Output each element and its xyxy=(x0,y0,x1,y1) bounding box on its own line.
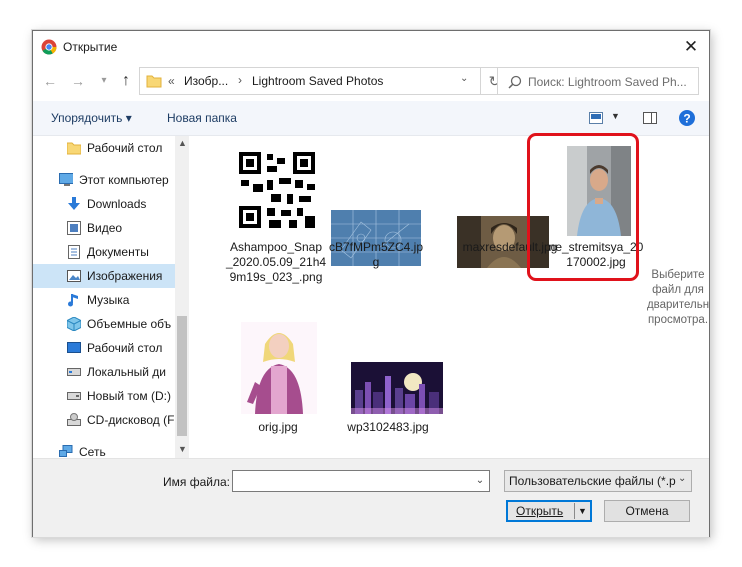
forward-button[interactable]: → xyxy=(69,71,87,91)
address-segment-current[interactable]: Lightroom Saved Photos xyxy=(252,74,383,88)
city-night-thumbnail xyxy=(351,362,443,414)
documents-icon xyxy=(68,245,80,259)
file-item-cb7fmpm5zc4[interactable]: cB7fMPm5ZC4.jp g xyxy=(321,144,431,314)
pictures-icon xyxy=(67,270,81,282)
sidebar-item-cd-drive[interactable]: CD-дисковод (F: xyxy=(33,408,175,432)
svg-text:?: ? xyxy=(683,112,690,126)
command-bar: Упорядочить ▾ Новая папка ▼ ? xyxy=(33,101,709,136)
filename-label: Имя файла: xyxy=(163,475,230,489)
filetype-select[interactable]: Пользовательские файлы (*.p xyxy=(504,470,692,492)
open-button[interactable]: Открыть ▼ xyxy=(506,500,592,522)
new-folder-button[interactable]: Новая папка xyxy=(167,111,237,125)
sidebar-item-desktop[interactable]: Рабочий стол xyxy=(33,336,175,360)
open-file-dialog: Открытие ✕ ← → ▾ ↑ « Изобр... › Lightroo… xyxy=(32,30,710,537)
file-name: ne_stremitsya_20 170002.jpg xyxy=(548,240,644,269)
navigation-pane: Рабочий стол Этот компьютер Downloads Ви… xyxy=(33,136,189,458)
qr-code-thumbnail xyxy=(237,150,317,230)
preview-placeholder: Выберите файл для дварительн просмотра. xyxy=(646,269,710,326)
file-name: Ashampoo_Snap _2020.05.09_21h4 9m19s_023… xyxy=(225,240,327,284)
file-item-wp3102483[interactable]: wp3102483.jpg xyxy=(321,316,443,446)
sidebar-item-videos[interactable]: Видео xyxy=(33,216,175,240)
music-icon xyxy=(68,294,78,307)
file-item-ashampoo-snap[interactable]: Ashampoo_Snap _2020.05.09_21h4 9m19s_023… xyxy=(211,144,326,314)
view-dropdown-arrow[interactable]: ▼ xyxy=(611,111,620,121)
close-button[interactable]: ✕ xyxy=(679,35,703,59)
preview-pane-icon[interactable] xyxy=(643,112,657,124)
chrome-icon xyxy=(41,39,57,55)
window-title: Открытие xyxy=(63,40,118,54)
sidebar-scrollbar-thumb[interactable] xyxy=(177,316,187,436)
file-name: orig.jpg xyxy=(258,420,298,434)
file-name: wp3102483.jpg xyxy=(347,420,429,434)
folder-icon xyxy=(146,75,162,88)
file-item-ne-stremitsya[interactable]: ne_stremitsya_20 170002.jpg xyxy=(541,144,651,314)
search-box[interactable]: Поиск: Lightroom Saved Ph... xyxy=(497,67,699,95)
split-divider xyxy=(574,503,575,519)
sidebar-item-downloads[interactable]: Downloads xyxy=(33,192,175,216)
drive-icon xyxy=(67,392,81,400)
address-separator: › xyxy=(238,73,242,87)
scroll-up-arrow[interactable]: ▲ xyxy=(178,138,187,148)
sidebar-item-desktop-quick[interactable]: Рабочий стол xyxy=(33,136,175,160)
scroll-down-arrow[interactable]: ▼ xyxy=(178,444,187,454)
download-icon xyxy=(68,197,80,210)
file-item-maxresdefault[interactable]: maxresdefault.jpg xyxy=(431,144,557,314)
view-icon[interactable] xyxy=(589,112,603,124)
organize-button[interactable]: Упорядочить ▾ xyxy=(51,111,132,125)
cancel-button[interactable]: Отмена xyxy=(604,500,690,522)
sidebar-item-3d-objects[interactable]: Объемные объ xyxy=(33,312,175,336)
sidebar-scrollbar[interactable]: ▲ ▼ xyxy=(175,136,189,458)
filename-input[interactable] xyxy=(232,470,490,492)
man-portrait-thumbnail xyxy=(567,146,631,236)
title-bar: Открытие ✕ xyxy=(33,31,709,63)
sidebar-item-music[interactable]: Музыка xyxy=(33,288,175,312)
file-list: Ashampoo_Snap _2020.05.09_21h4 9m19s_023… xyxy=(191,136,643,458)
sidebar-item-network[interactable]: Сеть xyxy=(33,440,175,458)
desktop-icon xyxy=(67,342,81,353)
address-segment-pictures[interactable]: Изобр... xyxy=(184,74,228,88)
address-dropdown-arrow[interactable]: ⌄ xyxy=(460,73,468,84)
video-icon xyxy=(67,221,81,235)
filetype-dropdown-arrow[interactable]: ⌄ xyxy=(678,473,686,484)
cd-drive-icon xyxy=(67,413,81,426)
search-placeholder: Поиск: Lightroom Saved Ph... xyxy=(528,75,687,89)
sidebar-item-documents[interactable]: Документы xyxy=(33,240,175,264)
up-button[interactable]: ↑ xyxy=(117,71,135,91)
3d-objects-icon xyxy=(67,317,81,331)
back-button[interactable]: ← xyxy=(41,71,59,91)
bottom-panel: Имя файла: ⌄ Пользовательские файлы (*.p… xyxy=(33,458,709,537)
file-item-orig[interactable]: orig.jpg xyxy=(211,316,321,446)
help-icon[interactable]: ? xyxy=(678,109,696,127)
address-bar[interactable]: « Изобр... › Lightroom Saved Photos ⌄ xyxy=(139,67,481,95)
sidebar-item-new-volume[interactable]: Новый том (D:) xyxy=(33,384,175,408)
sidebar-item-pictures[interactable]: Изображения xyxy=(33,264,175,288)
address-overflow-chevron[interactable]: « xyxy=(168,74,175,88)
open-dropdown-arrow[interactable]: ▼ xyxy=(578,502,587,520)
network-icon xyxy=(59,445,73,457)
sidebar-item-this-pc[interactable]: Этот компьютер xyxy=(33,168,175,192)
recent-locations-button[interactable]: ▾ xyxy=(95,71,113,91)
computer-icon xyxy=(59,173,73,186)
girl-illustration-thumbnail xyxy=(241,322,317,414)
folder-icon xyxy=(67,142,81,155)
drive-icon xyxy=(67,368,81,376)
filename-dropdown-arrow[interactable]: ⌄ xyxy=(470,470,490,492)
file-name: cB7fMPm5ZC4.jp g xyxy=(328,240,424,269)
sidebar-item-local-disk[interactable]: Локальный ди xyxy=(33,360,175,384)
search-icon xyxy=(508,75,522,89)
